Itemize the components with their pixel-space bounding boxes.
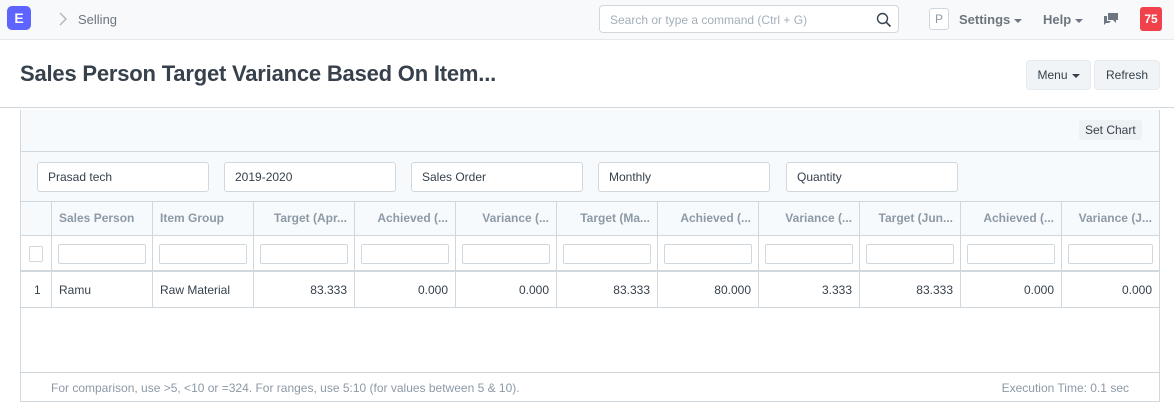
column-filter-input[interactable] xyxy=(260,244,348,264)
column-header[interactable]: Achieved (... xyxy=(961,202,1062,235)
settings-label: Settings xyxy=(959,12,1011,27)
page-title: Sales Person Target Variance Based On It… xyxy=(20,61,497,86)
column-header[interactable]: Target (Ma... xyxy=(557,202,658,235)
help-label: Help xyxy=(1043,12,1072,27)
column-header[interactable]: Sales Person xyxy=(52,202,153,235)
filter-cell xyxy=(759,236,860,270)
help-menu[interactable]: Help xyxy=(1043,12,1084,27)
menu-button[interactable]: Menu xyxy=(1026,60,1091,90)
column-filter-input[interactable] xyxy=(1068,244,1153,264)
filter-doctype[interactable]: Sales Order xyxy=(411,162,583,192)
table-cell[interactable]: 83.333 xyxy=(557,272,658,307)
chart-toolbar: Set Chart xyxy=(21,110,1159,152)
column-filter-input[interactable] xyxy=(866,244,954,264)
notification-badge[interactable]: 75 xyxy=(1140,7,1162,31)
table-cell[interactable]: 0.000 xyxy=(961,272,1062,307)
table-cell[interactable]: 0.000 xyxy=(1062,272,1159,307)
filter-cell xyxy=(21,236,52,270)
column-header[interactable]: Variance (... xyxy=(759,202,860,235)
report-footer: For comparison, use >5, <10 or =324. For… xyxy=(21,372,1159,401)
column-header[interactable]: Achieved (... xyxy=(355,202,456,235)
column-header[interactable]: Variance (J... xyxy=(1062,202,1159,235)
refresh-button[interactable]: Refresh xyxy=(1094,60,1160,90)
filter-target-on[interactable]: Quantity xyxy=(786,162,958,192)
user-avatar[interactable]: P xyxy=(929,8,949,30)
chevron-right-icon xyxy=(59,12,68,26)
filter-hint: For comparison, use >5, <10 or =324. For… xyxy=(51,381,520,395)
filter-cell xyxy=(860,236,961,270)
breadcrumb-selling[interactable]: Selling xyxy=(78,12,117,27)
column-filter-input[interactable] xyxy=(462,244,550,264)
menu-label: Menu xyxy=(1037,68,1068,82)
select-all-checkbox[interactable] xyxy=(29,246,43,262)
filter-cell xyxy=(658,236,759,270)
column-filter-input[interactable] xyxy=(765,244,853,264)
column-filter-input[interactable] xyxy=(361,244,449,264)
set-chart-button[interactable]: Set Chart xyxy=(1079,120,1142,140)
table-row[interactable]: 1 Ramu Raw Material 83.333 0.000 0.000 8… xyxy=(21,272,1159,308)
filter-cell xyxy=(355,236,456,270)
chat-icon[interactable] xyxy=(1103,12,1119,26)
table-cell[interactable]: 0.000 xyxy=(456,272,557,307)
search-input[interactable]: Search or type a command (Ctrl + G) xyxy=(599,5,899,33)
table-cell[interactable]: 3.333 xyxy=(759,272,860,307)
column-header[interactable]: Target (Jun... xyxy=(860,202,961,235)
filter-cell xyxy=(1062,236,1159,270)
column-header[interactable]: Target (Apr... xyxy=(254,202,355,235)
filter-cell xyxy=(557,236,658,270)
app-logo[interactable]: E xyxy=(7,6,31,30)
page-head-divider xyxy=(0,107,1174,108)
table-cell[interactable]: Ramu xyxy=(52,272,153,307)
caret-down-icon xyxy=(1071,73,1080,78)
caret-down-icon xyxy=(1014,18,1023,23)
grid-header-row: Sales Person Item Group Target (Apr... A… xyxy=(21,202,1159,236)
search-placeholder: Search or type a command (Ctrl + G) xyxy=(610,13,808,27)
table-cell[interactable]: 0.000 xyxy=(355,272,456,307)
filter-cell xyxy=(254,236,355,270)
column-filter-input[interactable] xyxy=(664,244,752,264)
row-number: 1 xyxy=(21,272,52,307)
top-navbar: E Selling Search or type a command (Ctrl… xyxy=(0,0,1174,40)
filter-cell xyxy=(456,236,557,270)
column-header[interactable]: Variance (... xyxy=(456,202,557,235)
column-header[interactable]: Achieved (... xyxy=(658,202,759,235)
caret-down-icon xyxy=(1075,18,1084,23)
grid-filter-row xyxy=(21,236,1159,272)
filter-period[interactable]: Monthly xyxy=(598,162,770,192)
table-cell[interactable]: 83.333 xyxy=(254,272,355,307)
table-cell[interactable]: 80.000 xyxy=(658,272,759,307)
execution-time: Execution Time: 0.1 sec xyxy=(1001,381,1129,395)
settings-menu[interactable]: Settings xyxy=(959,12,1023,27)
column-header[interactable]: Item Group xyxy=(153,202,254,235)
column-filter-input[interactable] xyxy=(967,244,1055,264)
filter-cell xyxy=(961,236,1062,270)
filter-company[interactable]: Prasad tech xyxy=(37,162,209,192)
table-cell[interactable]: 83.333 xyxy=(860,272,961,307)
search-icon xyxy=(876,12,892,28)
report-panel: Set Chart Prasad tech 2019-2020 Sales Or… xyxy=(20,110,1160,402)
column-filter-input[interactable] xyxy=(159,244,247,264)
filter-cell xyxy=(153,236,254,270)
column-filter-input[interactable] xyxy=(563,244,651,264)
filter-cell xyxy=(52,236,153,270)
row-number-header xyxy=(21,202,52,235)
column-filter-input[interactable] xyxy=(58,244,146,264)
filter-bar: Prasad tech 2019-2020 Sales Order Monthl… xyxy=(21,152,1159,202)
filter-fiscal-year[interactable]: 2019-2020 xyxy=(224,162,396,192)
table-cell[interactable]: Raw Material xyxy=(153,272,254,307)
